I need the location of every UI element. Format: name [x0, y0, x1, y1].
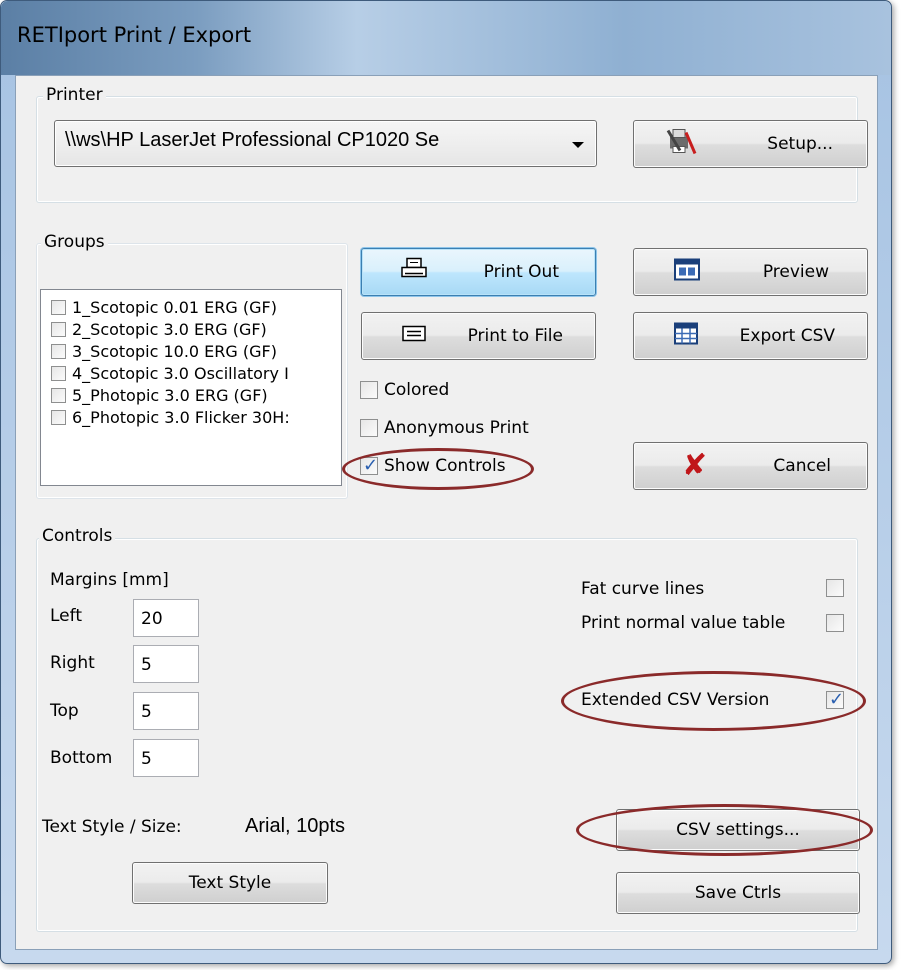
- checkbox[interactable]: [51, 365, 66, 381]
- save-ctrls-button-label: Save Ctrls: [694, 883, 782, 903]
- list-item-label: 4_Scotopic 3.0 Oscillatory I: [72, 363, 289, 383]
- colored-label: Colored: [384, 380, 450, 400]
- export-csv-button[interactable]: Export CSV: [633, 312, 868, 360]
- printer-group-label: Printer: [43, 85, 106, 105]
- export-csv-label: Export CSV: [739, 326, 835, 346]
- csv-settings-button[interactable]: CSV settings...: [616, 809, 860, 851]
- dialog-body: Printer \\ws\HP LaserJet Professional CP…: [15, 75, 878, 950]
- list-item[interactable]: 6_Photopic 3.0 Flicker 30H:: [51, 406, 290, 428]
- groups-list[interactable]: 1_Scotopic 0.01 ERG (GF) 2_Scotopic 3.0 …: [40, 289, 342, 486]
- preview-icon: [674, 258, 700, 286]
- text-style-button[interactable]: Text Style: [132, 862, 328, 904]
- show-controls-option[interactable]: Show Controls: [360, 455, 506, 476]
- print-normal-value-table-label: Print normal value table: [581, 613, 786, 633]
- anonymous-print-checkbox[interactable]: [360, 419, 378, 437]
- margins-label: Margins [mm]: [50, 570, 169, 590]
- checkbox[interactable]: [51, 321, 66, 337]
- list-item-label: 6_Photopic 3.0 Flicker 30H:: [72, 407, 290, 427]
- checkbox[interactable]: [51, 387, 66, 403]
- list-item[interactable]: 4_Scotopic 3.0 Oscillatory I: [51, 362, 289, 384]
- right-margin-label: Right: [50, 653, 95, 673]
- cancel-button[interactable]: ✘ Cancel: [633, 442, 868, 490]
- print-out-label: Print Out: [483, 262, 559, 282]
- bottom-margin-input[interactable]: 5: [133, 739, 199, 777]
- printer-select[interactable]: \\ws\HP LaserJet Professional CP1020 Se: [54, 120, 597, 167]
- fat-curve-lines-checkbox[interactable]: [826, 579, 844, 597]
- list-item-label: 3_Scotopic 10.0 ERG (GF): [72, 341, 277, 361]
- setup-button[interactable]: Setup...: [633, 120, 868, 168]
- setup-button-text: Setup...: [767, 134, 833, 154]
- save-ctrls-button[interactable]: Save Ctrls: [616, 872, 860, 914]
- text-style-size-value: Arial, 10pts: [245, 815, 346, 837]
- extended-csv-version-label: Extended CSV Version: [581, 690, 770, 710]
- list-item[interactable]: 1_Scotopic 0.01 ERG (GF): [51, 296, 277, 318]
- window-title: RETIport Print / Export: [17, 23, 252, 47]
- list-item-label: 2_Scotopic 3.0 ERG (GF): [72, 319, 267, 339]
- anonymous-print-option[interactable]: Anonymous Print: [360, 418, 529, 438]
- preview-button[interactable]: Preview: [633, 248, 868, 296]
- right-margin-input[interactable]: 5: [133, 645, 199, 683]
- printer-select-value: \\ws\HP LaserJet Professional CP1020 Se: [65, 129, 440, 151]
- printer-tools-icon: [664, 127, 698, 162]
- print-normal-value-table-checkbox[interactable]: [826, 614, 844, 632]
- anonymous-print-label: Anonymous Print: [384, 418, 529, 438]
- left-margin-input[interactable]: 20: [133, 599, 199, 637]
- list-item-label: 1_Scotopic 0.01 ERG (GF): [72, 297, 277, 317]
- controls-group-label: Controls: [39, 526, 116, 546]
- fat-curve-lines-label: Fat curve lines: [581, 579, 705, 599]
- groups-group-label: Groups: [41, 232, 108, 252]
- list-item[interactable]: 5_Photopic 3.0 ERG (GF): [51, 384, 268, 406]
- preview-label: Preview: [762, 262, 829, 282]
- csv-settings-button-label: CSV settings...: [676, 820, 800, 840]
- show-controls-label: Show Controls: [384, 456, 506, 476]
- close-icon: ✘: [682, 448, 708, 483]
- colored-checkbox[interactable]: [360, 381, 378, 399]
- cancel-label: Cancel: [773, 456, 831, 476]
- text-style-button-label: Text Style: [188, 873, 272, 893]
- list-item[interactable]: 2_Scotopic 3.0 ERG (GF): [51, 318, 267, 340]
- left-margin-label: Left: [50, 606, 82, 626]
- text-style-size-label: Text Style / Size:: [42, 817, 182, 837]
- colored-option[interactable]: Colored: [360, 380, 449, 400]
- print-to-file-label: Print to File: [467, 326, 563, 346]
- table-icon: [674, 322, 698, 350]
- dialog-window: RETIport Print / Export Printer \\ws\HP …: [0, 0, 892, 964]
- print-to-file-button[interactable]: Print to File: [361, 312, 596, 360]
- list-item-label: 5_Photopic 3.0 ERG (GF): [72, 385, 268, 405]
- chevron-down-icon: [572, 142, 584, 148]
- list-item[interactable]: 3_Scotopic 10.0 ERG (GF): [51, 340, 277, 362]
- checkbox[interactable]: [51, 343, 66, 359]
- show-controls-checkbox[interactable]: [360, 455, 378, 476]
- print-out-button[interactable]: Print Out: [361, 248, 596, 296]
- file-icon: [402, 325, 426, 347]
- printer-icon: [400, 257, 428, 287]
- bottom-margin-label: Bottom: [50, 748, 113, 768]
- title-bar[interactable]: RETIport Print / Export: [1, 1, 891, 75]
- extended-csv-version-checkbox[interactable]: [826, 689, 844, 710]
- setup-button-label: Setup...: [767, 134, 833, 154]
- top-margin-input[interactable]: 5: [133, 692, 199, 730]
- top-margin-label: Top: [50, 701, 79, 721]
- checkbox[interactable]: [51, 299, 66, 315]
- checkbox[interactable]: [51, 409, 66, 425]
